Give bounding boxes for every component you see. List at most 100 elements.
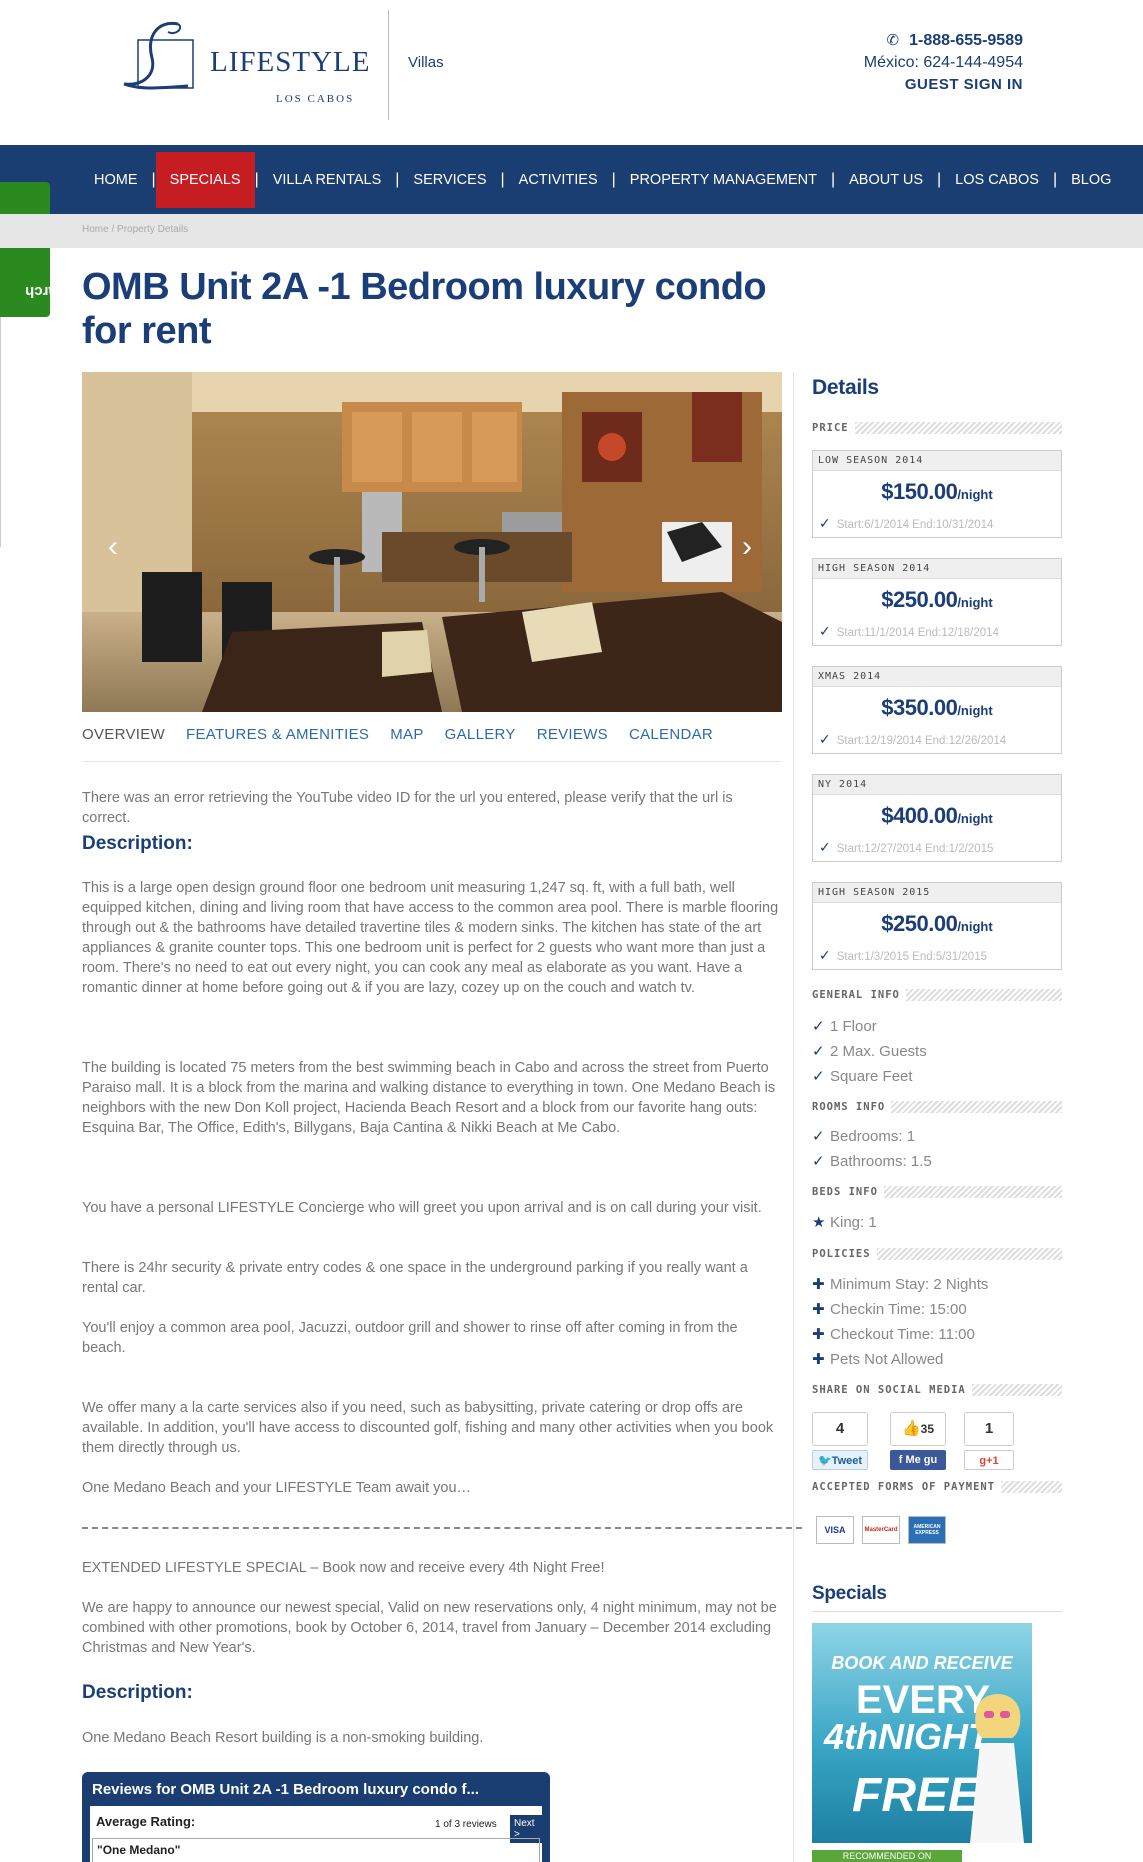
logo-mark-icon: [123, 21, 194, 90]
recommended-on-badge[interactable]: RECOMMENDED ON: [812, 1850, 962, 1862]
info-item: ✚ Minimum Stay: 2 Nights: [812, 1272, 1062, 1297]
tab-calendar[interactable]: CALENDAR: [629, 726, 713, 761]
plus-icon: ✚: [812, 1301, 825, 1318]
policies-list: ✚ Minimum Stay: 2 Nights ✚ Checkin Time: 1…: [812, 1272, 1062, 1372]
prev-photo-arrow[interactable]: ‹: [108, 530, 118, 564]
reviews-widget: Reviews for OMB Unit 2A -1 Bedroom luxur…: [82, 1772, 550, 1862]
amex-icon: AMERICAN EXPRESS: [908, 1516, 946, 1544]
nav-los-cabos[interactable]: LOS CABOS: [941, 152, 1053, 208]
info-item: ✓ Square Feet: [812, 1064, 1062, 1089]
section-divider: [82, 1527, 802, 1529]
fb-count-box: 👍35: [890, 1412, 946, 1446]
price-dates: ✓ Start:6/1/2014 End:10/31/2014: [819, 515, 993, 532]
plus-icon: ✚: [812, 1351, 825, 1368]
price-unit: /night: [957, 703, 993, 718]
check-icon: ✓: [819, 515, 831, 531]
nav-property-management[interactable]: PROPERTY MANAGEMENT: [616, 152, 831, 208]
price-dates: ✓ Start:12/27/2014 End:1/2/2015: [819, 839, 993, 856]
info-text: Pets Not Allowed: [830, 1351, 944, 1368]
info-text: Checkin Time: 15:00: [830, 1301, 967, 1318]
mastercard-icon: MasterCard: [862, 1516, 900, 1544]
description-paragraph: This is a large open design ground floor…: [82, 880, 779, 996]
price-amount: $350.00/night: [813, 695, 1061, 721]
nav-services[interactable]: SERVICES: [399, 152, 500, 208]
nav-specials[interactable]: SPECIALS: [155, 151, 255, 208]
tab-overview[interactable]: OVERVIEW: [82, 726, 165, 761]
beds-info-label: BEDS INFO: [812, 1185, 1062, 1199]
sidebar-divider: [793, 372, 794, 1862]
info-item: ★ King: 1: [812, 1210, 1062, 1235]
plus-icon: ✚: [812, 1276, 825, 1293]
nav-about-us[interactable]: ABOUT US: [835, 152, 937, 208]
logo-divider: [388, 10, 389, 120]
facebook-like-button[interactable]: f Me gu: [890, 1450, 946, 1470]
guest-sign-in-link[interactable]: GUEST SIGN IN: [864, 74, 1023, 96]
star-icon: ★: [812, 1214, 826, 1231]
price-season: NY 2014: [813, 775, 1061, 795]
phone-number[interactable]: ✆ 1-888-655-9589: [864, 30, 1023, 52]
breadcrumb-separator: /: [111, 224, 115, 235]
tweet-button[interactable]: 🐦Tweet: [812, 1450, 868, 1470]
info-text: Square Feet: [830, 1068, 913, 1085]
thumbs-up-icon: 👍: [901, 1420, 921, 1437]
description-paragraph: We offer many a la carte services also i…: [82, 1400, 774, 1456]
share-label-text: SHARE ON SOCIAL MEDIA: [812, 1384, 972, 1396]
special-text: We are happy to announce our newest spec…: [82, 1600, 777, 1656]
review-count: 1 of 3 reviews: [435, 1819, 497, 1830]
check-icon: ✓: [812, 1128, 825, 1145]
property-photo-image: [82, 372, 782, 712]
logo-text: LIFESTYLE: [210, 46, 371, 78]
section-label: Villas: [408, 54, 444, 71]
next-photo-arrow[interactable]: ›: [742, 530, 752, 564]
site-logo[interactable]: LIFESTYLE LOS CABOS: [118, 18, 378, 105]
description-paragraph: You'll enjoy a common area pool, Jacuzzi…: [82, 1320, 738, 1356]
price-label: PRICE: [812, 421, 1062, 435]
tab-map[interactable]: MAP: [390, 726, 423, 761]
nav-activities[interactable]: ACTIVITIES: [505, 152, 612, 208]
mexico-phone[interactable]: México: 624-144-4954: [864, 52, 1023, 74]
nav-villa-rentals[interactable]: VILLA RENTALS: [259, 152, 396, 208]
label-hatch: [876, 1248, 1062, 1260]
label-hatch: [883, 1186, 1062, 1198]
specials-divider: [812, 1611, 1062, 1612]
nav-home[interactable]: HOME: [80, 152, 152, 208]
info-text: King: 1: [830, 1214, 877, 1231]
banner-line1: BOOK AND RECEIVE: [831, 1653, 1013, 1673]
villa-search-tab[interactable]: ⚲ Villa Search: [0, 182, 110, 317]
info-item: ✓ Bathrooms: 1.5: [812, 1149, 1062, 1174]
price-season: LOW SEASON 2014: [813, 451, 1061, 471]
price-value: $150.00: [881, 479, 958, 504]
info-item: ✚ Checkout Time: 11:00: [812, 1322, 1062, 1347]
price-amount: $250.00/night: [813, 911, 1061, 937]
price-unit: /night: [957, 919, 993, 934]
policies-label-text: POLICIES: [812, 1248, 877, 1260]
check-icon: ✓: [812, 1153, 825, 1170]
price-card: NY 2014 $400.00/night ✓ Start:12/27/2014 …: [812, 774, 1062, 862]
info-item: ✚ Pets Not Allowed: [812, 1347, 1062, 1372]
price-amount: $150.00/night: [813, 479, 1061, 505]
price-amount: $400.00/night: [813, 803, 1061, 829]
general-info-list: ✓ 1 Floor ✓ 2 Max. Guests ✓ Square Feet: [812, 1014, 1062, 1089]
price-amount: $250.00/night: [813, 587, 1061, 613]
nav-blog[interactable]: BLOG: [1057, 152, 1125, 208]
check-icon: ✓: [819, 731, 831, 747]
description-paragraph: There is 24hr security & private entry c…: [82, 1260, 748, 1296]
gplus-button[interactable]: g+1: [964, 1450, 1014, 1470]
banner-line4: FREE: [852, 1769, 981, 1822]
price-value: $250.00: [881, 911, 958, 936]
beds-info-list: ★ King: 1: [812, 1210, 1062, 1235]
property-photo[interactable]: [82, 372, 782, 712]
price-card: LOW SEASON 2014 $150.00/night ✓ Start:6/1…: [812, 450, 1062, 538]
fb-label: Me gu: [905, 1454, 938, 1466]
breadcrumb-home[interactable]: Home: [82, 224, 109, 235]
label-hatch: [971, 1384, 1062, 1396]
price-dates: ✓ Start:1/3/2015 End:5/31/2015: [819, 947, 987, 964]
phone-text: 1-888-655-9589: [909, 32, 1023, 49]
beds-info-label-text: BEDS INFO: [812, 1186, 884, 1198]
tab-features-amenities[interactable]: FEATURES & AMENITIES: [186, 726, 369, 761]
tab-gallery[interactable]: GALLERY: [445, 726, 516, 761]
tab-reviews[interactable]: REVIEWS: [537, 726, 608, 761]
specials-banner[interactable]: BOOK AND RECEIVE EVERY 4thNIGHT FREE: [812, 1623, 1032, 1843]
tweet-count: 4: [812, 1412, 868, 1446]
price-date-range: Start:1/3/2015 End:5/31/2015: [836, 951, 987, 963]
